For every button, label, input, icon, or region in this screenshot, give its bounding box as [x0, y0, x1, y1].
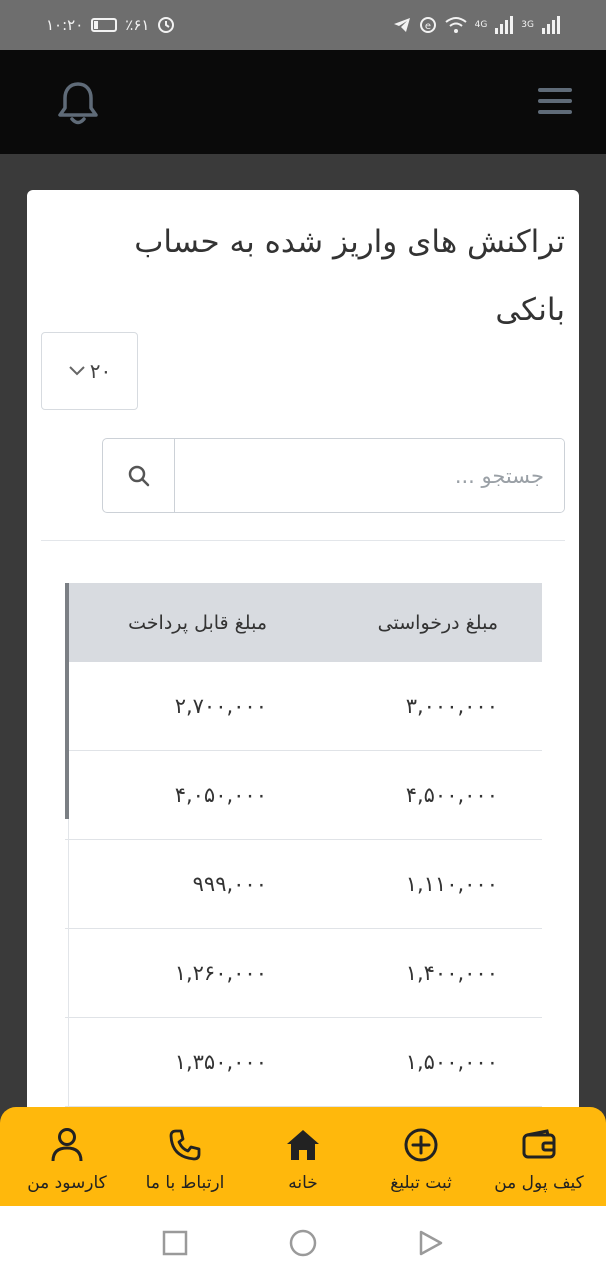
nav-label: کیف پول من	[494, 1173, 584, 1193]
system-home-button[interactable]	[288, 1228, 318, 1258]
bottom-navigation: کیف پول من ثبت تبلیغ خانه ارتباط با ما ک…	[0, 1107, 606, 1206]
nav-label: کارسود من	[27, 1173, 107, 1193]
status-time: ۱۰:۲۰	[46, 15, 84, 34]
status-left: ۱۰:۲۰ ٪۶۱	[46, 16, 175, 34]
battery-icon	[91, 18, 118, 32]
nav-item-contact[interactable]: ارتباط با ما	[126, 1107, 244, 1206]
system-back-button[interactable]	[418, 1229, 444, 1257]
table-scrollbar[interactable]	[65, 583, 69, 819]
requested-amount-cell: ۱,۵۰۰,۰۰۰	[405, 1050, 498, 1074]
table-row: ۱,۴۰۰,۰۰۰ ۱,۲۶۰,۰۰۰	[65, 929, 542, 1018]
table-row: ۳,۰۰۰,۰۰۰ ۲,۷۰۰,۰۰۰	[65, 662, 542, 751]
nav-item-post-ad[interactable]: ثبت تبلیغ	[362, 1107, 480, 1206]
payable-amount-cell: ۲,۷۰۰,۰۰۰	[174, 694, 267, 718]
payable-amount-cell: ۱,۳۵۰,۰۰۰	[174, 1050, 267, 1074]
transactions-table: مبلغ درخواستی مبلغ قابل پرداخت ۳,۰۰۰,۰۰۰…	[65, 583, 542, 1107]
signal-bars-4g	[495, 16, 514, 34]
divider	[41, 540, 565, 541]
search-icon	[128, 465, 149, 486]
requested-amount-cell: ۴,۵۰۰,۰۰۰	[405, 783, 498, 807]
requested-amount-cell: ۱,۱۱۰,۰۰۰	[405, 872, 498, 896]
hamburger-menu-button[interactable]	[538, 88, 572, 116]
phone-icon	[168, 1127, 202, 1163]
nav-label: ارتباط با ما	[145, 1173, 225, 1193]
search-button[interactable]	[103, 439, 175, 512]
page-size-value: ۲۰	[89, 359, 112, 383]
system-navigation-bar	[0, 1206, 606, 1280]
status-bar: ۱۰:۲۰ ٪۶۱ e 4G 3G	[0, 0, 606, 50]
triangle-back-icon	[419, 1230, 443, 1256]
payable-amount-cell: ۹۹۹,۰۰۰	[192, 872, 267, 896]
sync-icon	[158, 17, 175, 33]
plus-circle-icon	[403, 1127, 439, 1163]
column-header-payable-amount: مبلغ قابل پرداخت	[128, 611, 267, 634]
wifi-icon	[444, 17, 467, 33]
wallet-icon	[521, 1127, 557, 1163]
square-icon	[162, 1230, 188, 1256]
table-header: مبلغ درخواستی مبلغ قابل پرداخت	[65, 583, 542, 662]
search-box	[102, 438, 565, 513]
nav-item-home[interactable]: خانه	[244, 1107, 362, 1206]
app-header	[0, 50, 606, 154]
nav-item-wallet[interactable]: کیف پول من	[480, 1107, 598, 1206]
status-right: e 4G 3G	[393, 16, 560, 34]
requested-amount-cell: ۱,۴۰۰,۰۰۰	[405, 961, 498, 985]
circle-icon	[289, 1229, 317, 1257]
network-3g-label: 3G	[521, 20, 534, 30]
nav-label: خانه	[288, 1173, 318, 1193]
bell-icon	[58, 82, 98, 125]
nav-item-my-profit[interactable]: کارسود من	[8, 1107, 126, 1206]
page-size-select[interactable]: ۲۰	[41, 332, 138, 410]
search-input[interactable]	[175, 439, 564, 512]
column-header-requested-amount: مبلغ درخواستی	[377, 611, 498, 634]
user-icon	[50, 1127, 84, 1163]
battery-percent: ٪۶۱	[125, 15, 150, 34]
hamburger-menu-icon	[538, 88, 572, 92]
network-4g-label: 4G	[474, 20, 488, 30]
page-title: تراکنش های واریز شده به حساب بانکی	[134, 224, 565, 328]
recents-button[interactable]	[162, 1230, 188, 1256]
transactions-card: تراکنش های واریز شده به حساب بانکی ۲۰ مب…	[27, 190, 579, 1259]
signal-bars-3g	[542, 16, 560, 34]
chevron-down-icon	[69, 366, 85, 376]
home-icon	[285, 1127, 321, 1163]
svg-text:e: e	[425, 21, 431, 32]
requested-amount-cell: ۳,۰۰۰,۰۰۰	[405, 694, 498, 718]
table-row: ۴,۵۰۰,۰۰۰ ۴,۰۵۰,۰۰۰	[65, 751, 542, 840]
telegram-icon	[393, 18, 410, 32]
table-row: ۱,۱۱۰,۰۰۰ ۹۹۹,۰۰۰	[65, 840, 542, 929]
app-notification-icon: e	[419, 17, 436, 33]
notifications-button[interactable]	[56, 80, 100, 126]
payable-amount-cell: ۴,۰۵۰,۰۰۰	[174, 783, 267, 807]
table-row: ۱,۵۰۰,۰۰۰ ۱,۳۵۰,۰۰۰	[65, 1018, 542, 1107]
nav-label: ثبت تبلیغ	[390, 1173, 452, 1193]
payable-amount-cell: ۱,۲۶۰,۰۰۰	[174, 961, 267, 985]
